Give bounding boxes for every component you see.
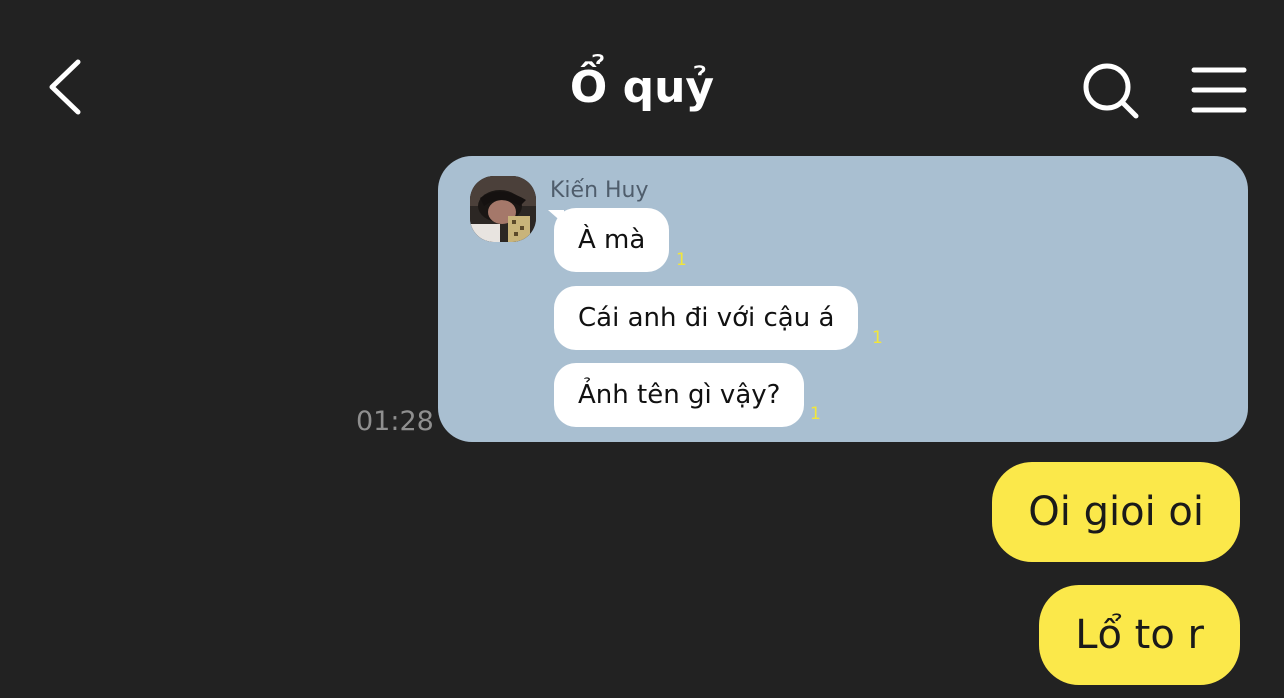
read-count: 1 bbox=[676, 250, 687, 270]
sender-name: Kiến Huy bbox=[550, 178, 649, 203]
search-icon bbox=[1083, 63, 1139, 119]
my-message-bubble[interactable]: Oi gioi oi bbox=[992, 462, 1240, 562]
back-button[interactable] bbox=[40, 52, 100, 122]
menu-button[interactable] bbox=[1188, 62, 1250, 118]
search-button[interactable] bbox=[1078, 58, 1144, 124]
message-bubble: Cái anh đi với cậu á bbox=[554, 286, 859, 350]
avatar-photo bbox=[470, 176, 536, 242]
read-count: 1 bbox=[810, 404, 821, 424]
avatar bbox=[470, 176, 536, 242]
quoted-message-card[interactable]: Kiến Huy À mà 1 Cái anh đi với cậu á 1 Ả… bbox=[438, 156, 1248, 442]
hamburger-menu-icon bbox=[1191, 67, 1247, 113]
message-bubble: Ảnh tên gì vậy? bbox=[554, 363, 805, 427]
read-count: 1 bbox=[872, 328, 883, 348]
my-message-bubble[interactable]: Lổ to r bbox=[1039, 585, 1240, 685]
message-bubble: À mà bbox=[554, 208, 670, 272]
chevron-left-icon bbox=[49, 59, 81, 115]
message-timestamp: 01:28 bbox=[356, 406, 434, 437]
chat-screen: Ổ quỷ Kiến Huy À mà 1 Cái anh đi với cậu… bbox=[0, 0, 1284, 698]
